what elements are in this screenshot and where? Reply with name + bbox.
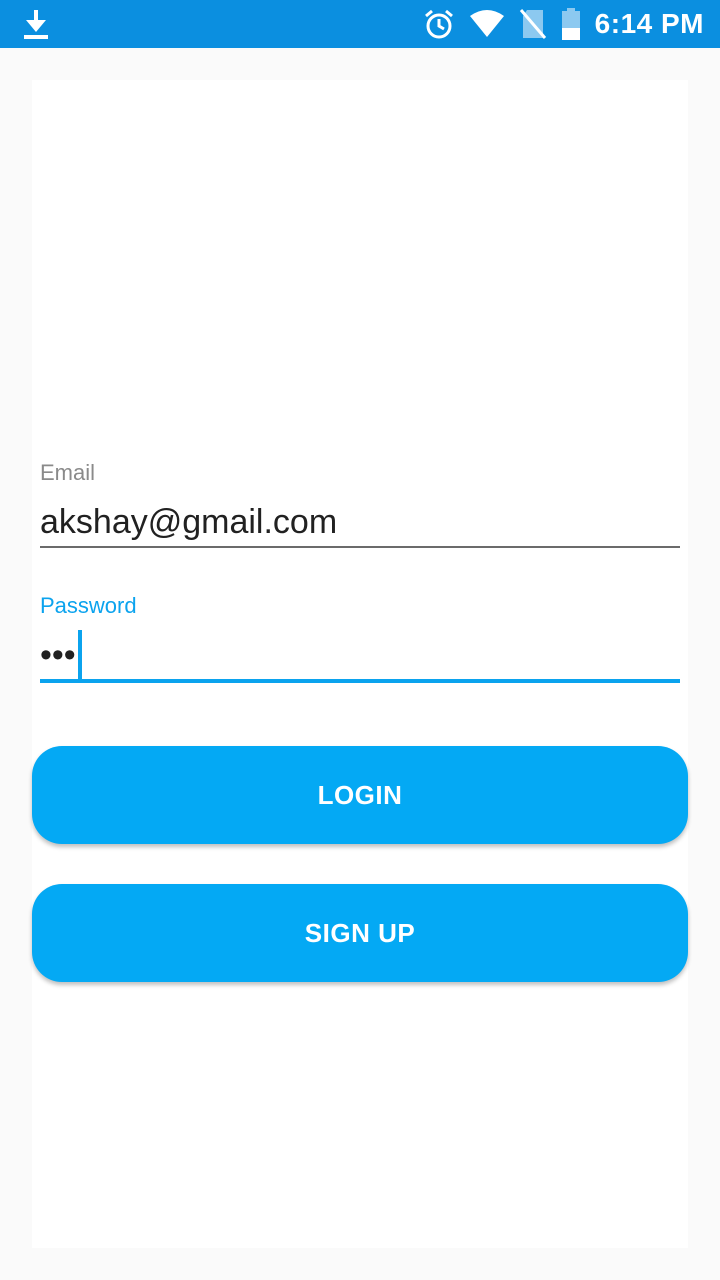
status-time: 6:14 PM: [594, 8, 704, 39]
no-sim-icon: [519, 8, 547, 40]
email-label: Email: [40, 460, 96, 485]
wifi-icon: [469, 9, 505, 39]
login-card: Email akshay@gmail.com Password ••• LOGI…: [32, 80, 688, 1248]
login-button[interactable]: LOGIN: [32, 746, 688, 844]
password-input[interactable]: •••: [40, 630, 680, 680]
download-icon: [20, 8, 52, 40]
status-icons: 6:14 PM: [409, 0, 704, 48]
password-dots: •••: [40, 636, 76, 674]
email-underline: [40, 546, 680, 548]
password-label: Password: [40, 593, 137, 618]
password-underline: [40, 679, 680, 683]
text-cursor: [77, 630, 82, 680]
email-input[interactable]: akshay@gmail.com: [40, 500, 680, 544]
signup-button[interactable]: SIGN UP: [32, 884, 688, 982]
alarm-icon: [423, 8, 455, 40]
status-bar: 6:14 PM: [0, 0, 720, 48]
email-field[interactable]: Email akshay@gmail.com: [40, 460, 680, 548]
password-field[interactable]: Password •••: [40, 593, 680, 683]
battery-icon: [561, 8, 581, 40]
